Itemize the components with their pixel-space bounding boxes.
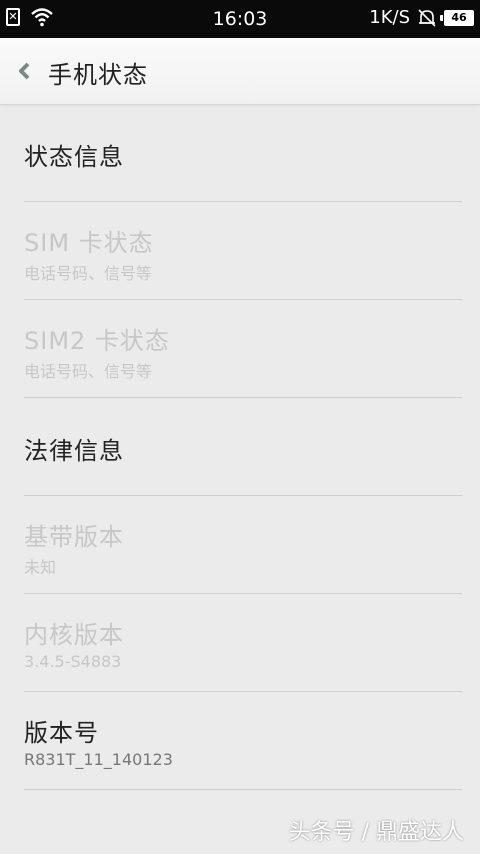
alarm-mute-icon — [418, 8, 436, 27]
page-title: 手机状态 — [48, 61, 148, 89]
item-baseband-version: 基带版本 未知 — [24, 496, 462, 594]
network-speed: 1K/S — [369, 7, 410, 28]
item-title: SIM 卡状态 — [24, 229, 154, 257]
settings-list: 状态信息 SIM 卡状态 电话号码、信号等 SIM2 卡状态 电话号码、信号等 … — [0, 104, 480, 790]
item-build-number[interactable]: 版本号 R831T_11_140123 — [24, 692, 462, 790]
item-title: 法律信息 — [24, 437, 124, 465]
item-legal-info[interactable]: 法律信息 — [24, 398, 462, 496]
item-subtitle: R831T_11_140123 — [24, 750, 173, 769]
item-subtitle: 电话号码、信号等 — [24, 362, 153, 381]
watermark: 头条号 / 鼎盛达人 — [288, 820, 464, 845]
item-kernel-version: 内核版本 3.4.5-S4883 — [24, 594, 462, 692]
item-subtitle: 3.4.5-S4883 — [24, 652, 122, 671]
item-subtitle: 未知 — [24, 558, 57, 577]
app-header: 手机状态 — [0, 38, 480, 105]
status-right-icons: 1K/S 46 — [369, 7, 474, 28]
battery-icon: 46 — [440, 9, 474, 26]
item-title: SIM2 卡状态 — [24, 327, 170, 355]
status-bar: ✕ 16:03 1K/S 46 — [0, 0, 480, 38]
back-button[interactable] — [10, 56, 40, 86]
chevron-left-icon — [19, 62, 30, 80]
item-title: 版本号 — [24, 719, 99, 747]
item-title: 基带版本 — [24, 523, 124, 551]
item-status-info[interactable]: 状态信息 — [24, 104, 462, 202]
item-title: 状态信息 — [24, 143, 124, 171]
item-sim2-status: SIM2 卡状态 电话号码、信号等 — [24, 300, 462, 398]
item-subtitle: 电话号码、信号等 — [24, 264, 153, 283]
item-title: 内核版本 — [24, 621, 124, 649]
item-sim-status: SIM 卡状态 电话号码、信号等 — [24, 202, 462, 300]
